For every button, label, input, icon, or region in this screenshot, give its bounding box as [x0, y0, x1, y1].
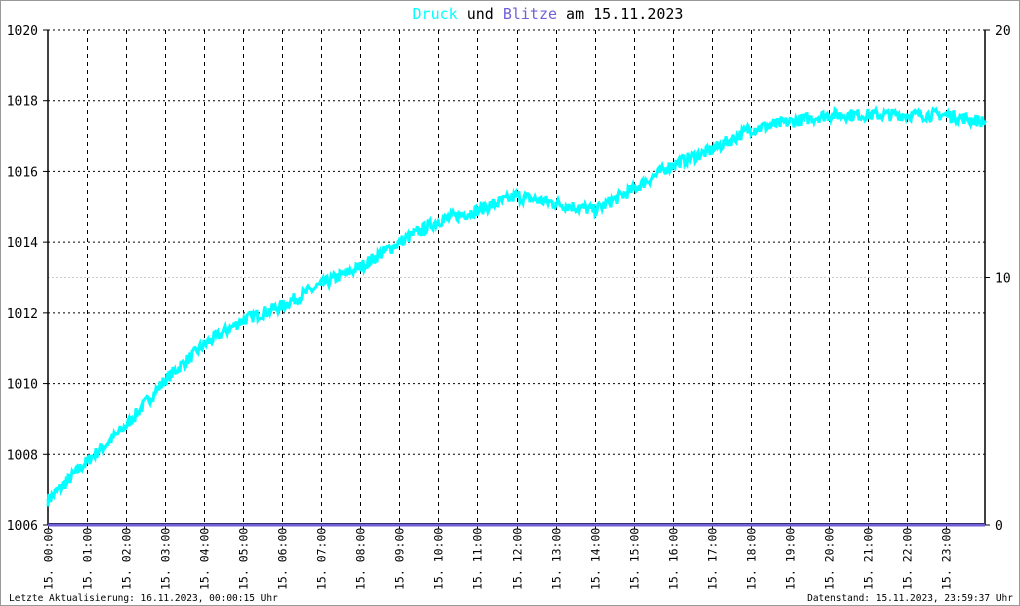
right-y-tick-label: 20 [995, 24, 1011, 39]
x-tick-label: 15. 00:00 [42, 528, 56, 590]
y-tick-label: 1016 [7, 165, 38, 180]
title-part: und [458, 5, 503, 23]
x-tick-label: 15. 02:00 [120, 528, 134, 590]
x-tick-label: 15. 22:00 [901, 528, 915, 590]
y-tick-label: 1018 [7, 95, 38, 110]
x-tick-label: 15. 16:00 [667, 528, 681, 590]
pressure-point [46, 498, 50, 502]
pressure-line [46, 104, 987, 507]
x-tick-label: 15. 23:00 [940, 528, 954, 590]
data-timestamp-text: Datenstand: 15.11.2023, 23:59:37 Uhr [807, 593, 1013, 604]
x-tick-label: 15. 04:00 [198, 528, 212, 590]
title-part: Druck [413, 5, 458, 23]
x-tick-label: 15. 12:00 [511, 528, 525, 590]
y-tick-label: 1008 [7, 448, 38, 463]
x-tick-label: 15. 06:00 [276, 528, 290, 590]
pressure-point [397, 240, 401, 244]
x-tick-label: 15. 09:00 [393, 528, 407, 590]
pressure-lightning-chart: Druck und Blitze am 15.11.2023 1006 1008 1… [7, 5, 1014, 604]
chart-title: Druck und Blitze am 15.11.2023 [413, 5, 684, 23]
title-part: Blitze [503, 5, 557, 23]
pressure-point [280, 304, 284, 308]
pressure-point [905, 113, 909, 117]
pressure-point [944, 113, 948, 117]
y-tick-label: 1010 [7, 378, 38, 393]
pressure-point [827, 113, 831, 117]
y-tick-label: 1014 [7, 236, 38, 251]
pressure-point [866, 113, 870, 117]
pressure-point [710, 148, 714, 152]
series [46, 104, 987, 527]
x-tick-label: 15. 01:00 [81, 528, 95, 590]
x-tick-label: 15. 20:00 [823, 528, 837, 590]
x-tick-label: 15. 18:00 [745, 528, 759, 590]
x-tick-label: 15. 08:00 [354, 528, 368, 590]
y-tick-label: 1020 [7, 24, 38, 39]
pressure-point [202, 343, 206, 347]
pressure-point [85, 459, 89, 463]
pressure-point [593, 208, 597, 212]
y-tick-label: 1012 [7, 307, 38, 322]
pressure-point [124, 424, 128, 428]
x-tick-label: 15. 13:00 [550, 528, 564, 590]
pressure-point [788, 120, 792, 124]
pressure-point [163, 378, 167, 382]
x-tick-label: 15. 05:00 [237, 528, 251, 590]
pressure-point [436, 219, 440, 223]
series-druck [46, 104, 987, 507]
pressure-point [983, 120, 987, 124]
y-tick-label: 1006 [7, 519, 38, 534]
pressure-point [319, 283, 323, 287]
right-y-tick-label: 0 [995, 519, 1003, 534]
pressure-point [554, 201, 558, 205]
grid [48, 29, 985, 525]
x-tick-label: 15. 03:00 [159, 528, 173, 590]
pressure-point [475, 208, 479, 212]
x-tick-label: 15. 11:00 [471, 528, 485, 590]
last-update-text: Letzte Aktualisierung: 16.11.2023, 00:00… [9, 593, 278, 604]
pressure-point [632, 187, 636, 191]
x-tick-label: 15. 15:00 [628, 528, 642, 590]
axis-ticks: 100610081010101210141016101810200102015.… [7, 24, 1011, 590]
pressure-point [358, 265, 362, 269]
x-tick-label: 15. 19:00 [784, 528, 798, 590]
x-tick-label: 15. 07:00 [315, 528, 329, 590]
pressure-point [241, 318, 245, 322]
pressure-point [515, 194, 518, 198]
x-tick-label: 15. 21:00 [862, 528, 876, 590]
right-y-tick-label: 10 [995, 272, 1011, 287]
x-tick-label: 15. 10:00 [432, 528, 446, 590]
pressure-point [749, 127, 753, 131]
x-tick-label: 15. 17:00 [706, 528, 720, 590]
pressure-point [671, 162, 675, 166]
title-part: am 15.11.2023 [557, 5, 683, 23]
x-tick-label: 15. 14:00 [589, 528, 603, 590]
